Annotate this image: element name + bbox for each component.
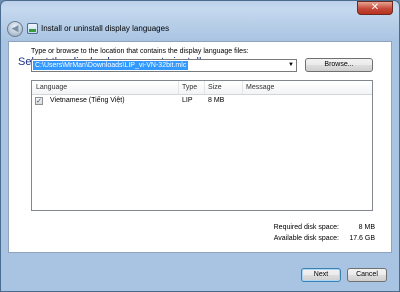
- row-type: LIP: [182, 97, 193, 104]
- back-button[interactable]: ◀: [7, 21, 23, 37]
- available-space-label: Available disk space:: [273, 235, 339, 242]
- column-message[interactable]: Message: [246, 84, 274, 91]
- required-space-label: Required disk space:: [273, 224, 339, 231]
- navigation-bar: ◀ Install or uninstall display languages: [1, 17, 399, 41]
- column-divider[interactable]: [178, 81, 179, 94]
- language-icon: [27, 23, 38, 34]
- browse-button[interactable]: Browse...: [305, 58, 373, 72]
- column-size[interactable]: Size: [208, 84, 222, 91]
- available-space-value: 17.6 GB: [349, 235, 375, 242]
- path-combobox[interactable]: C:\Users\MrMan\Downloads\LIP_vi-VN-32bit…: [31, 59, 297, 72]
- column-language[interactable]: Language: [36, 84, 67, 91]
- cancel-button[interactable]: Cancel: [347, 268, 387, 282]
- next-button[interactable]: Next: [301, 268, 341, 282]
- required-space-value: 8 MB: [358, 224, 375, 231]
- window-title: Install or uninstall display languages: [41, 24, 170, 33]
- row-checkbox[interactable]: ✓: [35, 97, 43, 105]
- list-header: Language Type Size Message: [32, 81, 372, 95]
- title-bar[interactable]: ✕: [1, 1, 399, 17]
- language-list[interactable]: Language Type Size Message ✓ Vietnamese …: [31, 80, 373, 211]
- list-item[interactable]: ✓ Vietnamese (Tiếng Việt) LIP 8 MB: [32, 97, 372, 108]
- dialog-window: ✕ ◀ Install or uninstall display languag…: [0, 0, 400, 292]
- row-size: 8 MB: [208, 97, 225, 104]
- dropdown-arrow-icon[interactable]: ▼: [288, 60, 294, 71]
- close-button[interactable]: ✕: [357, 1, 393, 15]
- path-instruction: Type or browse to the location that cont…: [31, 48, 249, 55]
- column-divider[interactable]: [242, 81, 243, 94]
- column-divider[interactable]: [204, 81, 205, 94]
- path-value[interactable]: C:\Users\MrMan\Downloads\LIP_vi-VN-32bit…: [33, 61, 189, 70]
- row-language: Vietnamese (Tiếng Việt): [50, 97, 125, 104]
- column-type[interactable]: Type: [182, 84, 197, 91]
